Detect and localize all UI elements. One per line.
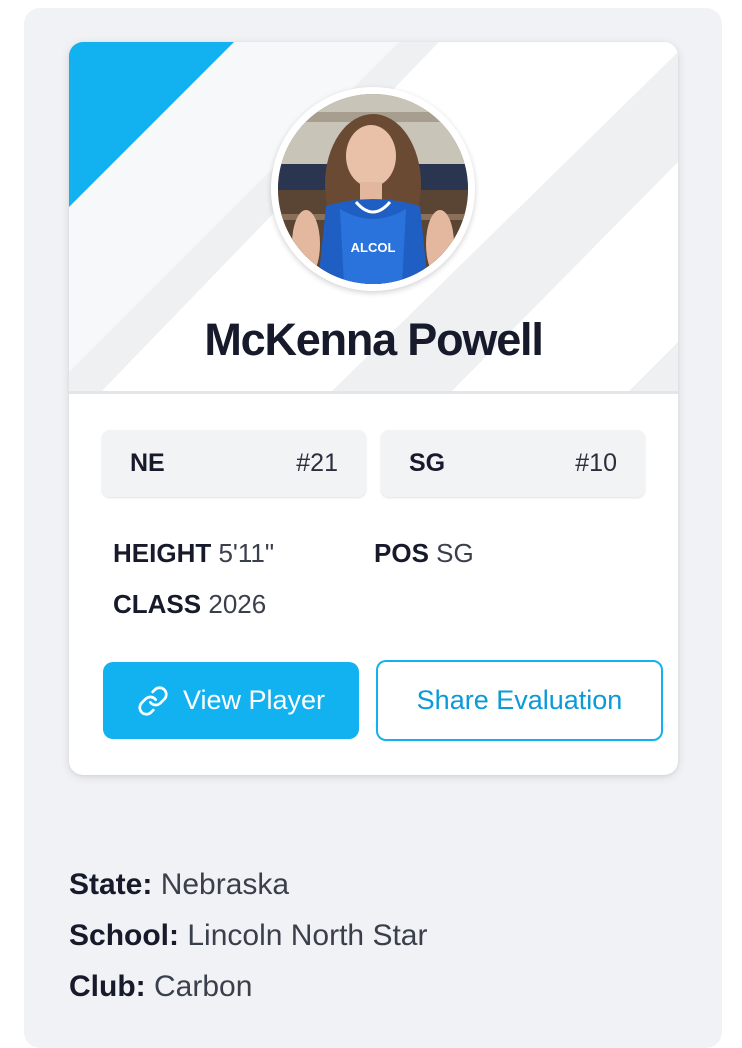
player-photo: ALCOL: [278, 94, 468, 284]
share-evaluation-label: Share Evaluation: [416, 685, 623, 715]
position-attribute: POS SG: [374, 538, 474, 569]
link-icon: [137, 685, 169, 717]
state-info-label: State:: [69, 868, 153, 901]
class-label: CLASS: [113, 589, 202, 619]
club-info-value: Carbon: [153, 970, 253, 1003]
height-label: HEIGHT: [113, 538, 212, 568]
club-info-label: Club:: [69, 970, 146, 1003]
player-name: McKenna Powell: [204, 314, 543, 365]
position-rank-box: SG #10: [381, 430, 645, 497]
player-card: ALCOL McKenna Powell NE #21 SG #10 HEIGH…: [69, 42, 678, 775]
card-header: ALCOL McKenna Powell: [69, 42, 678, 394]
view-player-button[interactable]: View Player: [103, 662, 359, 739]
school-info: School: Lincoln North Star: [69, 919, 427, 953]
height-value: 5'11": [218, 538, 275, 568]
position-label: POS: [374, 538, 429, 568]
school-info-label: School:: [69, 919, 179, 952]
class-value: 2026: [208, 589, 267, 619]
state-info-value: Nebraska: [160, 868, 290, 901]
state-info: State: Nebraska: [69, 868, 289, 902]
share-evaluation-button[interactable]: Share Evaluation: [376, 660, 663, 741]
position-rank-label: SG: [409, 449, 446, 477]
class-attribute: CLASS 2026: [113, 589, 266, 620]
club-info: Club: Carbon: [69, 970, 252, 1004]
height-attribute: HEIGHT 5'11": [113, 538, 274, 569]
avatar: ALCOL: [271, 87, 475, 291]
state-rank-label: NE: [130, 449, 165, 477]
school-info-value: Lincoln North Star: [187, 919, 428, 952]
state-rank-box: NE #21: [102, 430, 366, 497]
svg-text:ALCOL: ALCOL: [351, 240, 396, 255]
state-rank-value: #21: [296, 449, 338, 477]
position-value: SG: [436, 538, 474, 568]
view-player-label: View Player: [182, 685, 326, 715]
position-rank-value: #10: [575, 449, 617, 477]
